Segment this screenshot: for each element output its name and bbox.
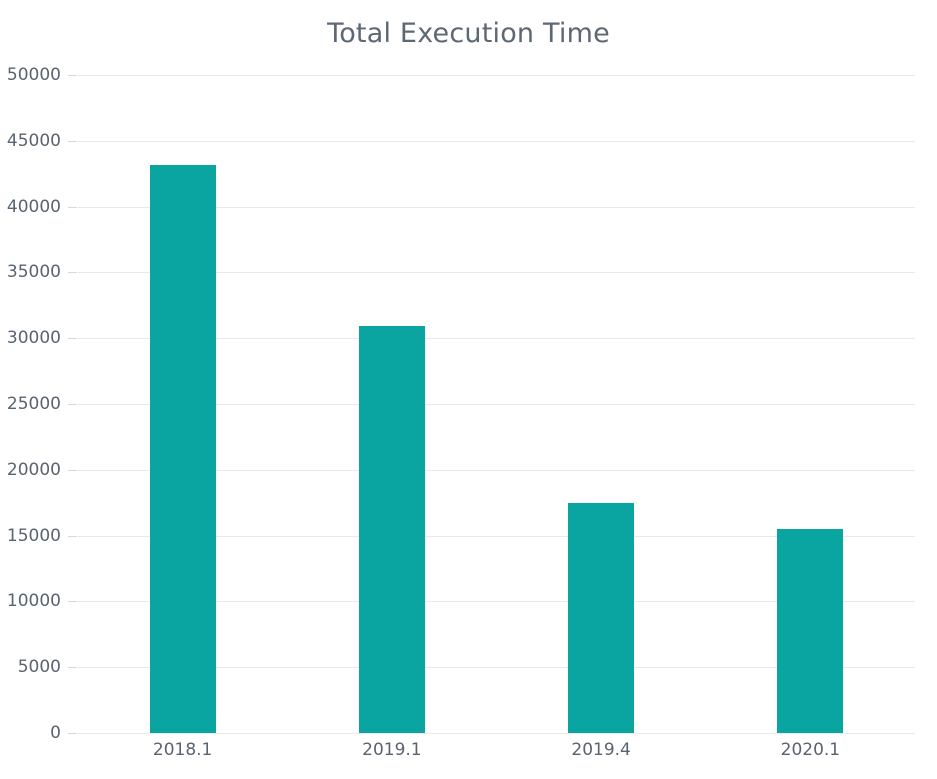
y-axis-label: 5000 bbox=[17, 657, 61, 678]
y-axis-tick-mark bbox=[68, 272, 77, 274]
y-axis-label: 25000 bbox=[6, 394, 61, 414]
bar[interactable] bbox=[149, 165, 216, 733]
y-axis-tick-mark bbox=[68, 206, 77, 208]
chart-title: Total Execution Time bbox=[327, 18, 610, 49]
y-axis-label: 20000 bbox=[6, 459, 61, 480]
y-axis-tick-mark bbox=[68, 338, 77, 340]
y-axis-tick-mark bbox=[68, 535, 77, 537]
y-axis-label: 45000 bbox=[6, 130, 61, 151]
x-axis-labels: 2018.1 2019.1 2019.4 2020.1 bbox=[78, 740, 915, 770]
bar[interactable] bbox=[358, 326, 425, 733]
x-axis-label: 2018.1 bbox=[152, 740, 213, 760]
x-axis-label: 2019.4 bbox=[571, 740, 631, 760]
y-axis-label: 35000 bbox=[6, 262, 61, 283]
y-axis-tick-mark bbox=[68, 404, 77, 405]
plot-area: 0 5000 10000 15000 20000 25000 30000 35000 40000… bbox=[7, 65, 915, 743]
x-axis-label: 2020.1 bbox=[780, 740, 841, 760]
y-axis-tick-mark bbox=[68, 469, 77, 471]
y-axis-tick-mark bbox=[68, 75, 77, 76]
y-axis-tick-mark bbox=[68, 601, 77, 603]
y-axis-label: 40000 bbox=[6, 196, 61, 217]
y-axis-label: 10000 bbox=[6, 591, 61, 612]
y-axis-tick-mark bbox=[68, 140, 77, 142]
y-axis-tick-mark bbox=[68, 667, 77, 669]
gridline bbox=[78, 733, 915, 734]
bar[interactable] bbox=[777, 529, 844, 733]
x-axis-label: 2019.1 bbox=[362, 740, 422, 760]
y-axis-label: 50000 bbox=[6, 65, 61, 85]
y-axis-tick-mark bbox=[68, 733, 77, 734]
y-axis-label: 30000 bbox=[6, 328, 61, 349]
y-axis-label: 15000 bbox=[6, 525, 61, 546]
bar-chart: Total Execution Time 0 5000 10000 15000 2000… bbox=[0, 0, 937, 779]
bar[interactable] bbox=[568, 502, 635, 733]
bars-group bbox=[78, 75, 915, 733]
y-axis-label: 0 bbox=[50, 723, 61, 743]
